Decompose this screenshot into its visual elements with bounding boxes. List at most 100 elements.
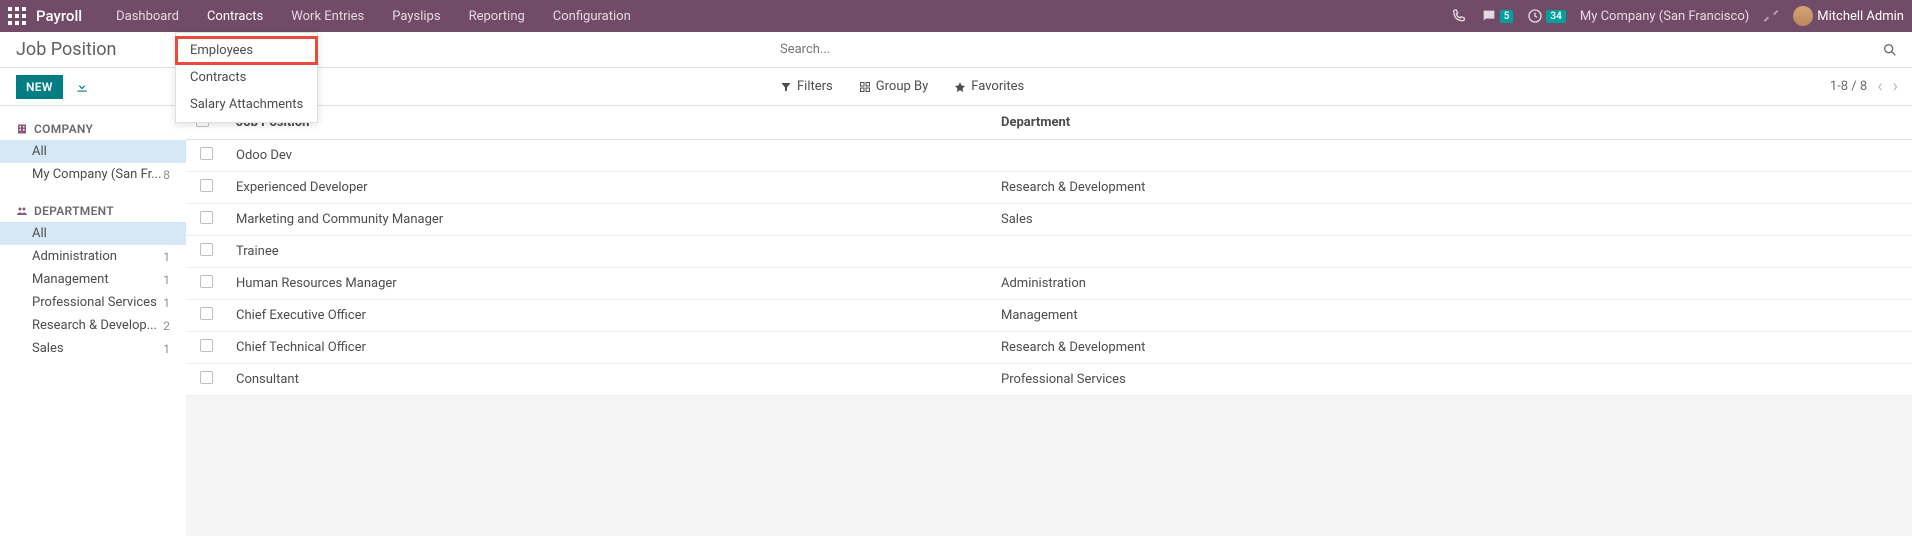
clock-badge: 34: [1546, 10, 1565, 23]
nav-contracts[interactable]: Contracts: [193, 0, 277, 32]
pager-text: 1-8 / 8: [1830, 79, 1867, 94]
row-checkbox[interactable]: [200, 211, 213, 224]
sidebar-item-company[interactable]: All: [0, 140, 186, 163]
cell-department: Research & Development: [991, 332, 1912, 364]
cell-position: Consultant: [226, 364, 991, 396]
tools-icon[interactable]: [1763, 8, 1779, 24]
table-row[interactable]: Chief Executive OfficerManagement: [186, 300, 1912, 332]
groupby-label: Group By: [876, 79, 929, 94]
sidebar-item-label: Research & Develop...: [32, 318, 157, 333]
sidebar-item-count: 1: [163, 273, 170, 287]
row-checkbox[interactable]: [200, 147, 213, 160]
cell-position: Human Resources Manager: [226, 268, 991, 300]
users-icon: [16, 205, 28, 217]
avatar-icon: [1793, 6, 1813, 26]
table-row[interactable]: Human Resources ManagerAdministration: [186, 268, 1912, 300]
user-name: Mitchell Admin: [1817, 9, 1904, 24]
nav-dashboard[interactable]: Dashboard: [102, 0, 193, 32]
pager-next[interactable]: ›: [1893, 76, 1898, 97]
sidebar-item-department[interactable]: Professional Services 1: [0, 291, 186, 314]
sidebar-item-label: Sales: [32, 341, 64, 356]
nav-configuration[interactable]: Configuration: [539, 0, 645, 32]
table-row[interactable]: Experienced DeveloperResearch & Developm…: [186, 172, 1912, 204]
col-header-department[interactable]: Department: [991, 106, 1912, 140]
breadcrumb-area: Job Position: [0, 32, 780, 67]
table-row[interactable]: Odoo Dev: [186, 140, 1912, 172]
search-area: [780, 32, 1912, 67]
filters-button[interactable]: Filters: [780, 79, 833, 94]
col-header-position[interactable]: Job Position: [226, 106, 991, 140]
sidebar-item-label: All: [32, 144, 47, 159]
main-area: COMPANY All My Company (San Fr...8 DEPART…: [0, 106, 1912, 536]
sidebar-item-count: 1: [163, 250, 170, 264]
nav-reporting[interactable]: Reporting: [455, 0, 539, 32]
phone-icon[interactable]: [1451, 8, 1467, 24]
navbar-left: Payroll Dashboard Contracts Work Entries…: [8, 0, 645, 32]
list-view: Job Position Department Odoo DevExperien…: [186, 106, 1912, 536]
sidebar-item-label: Professional Services: [32, 295, 157, 310]
cell-department: Professional Services: [991, 364, 1912, 396]
dropdown-employees[interactable]: Employees: [176, 37, 317, 64]
search-input[interactable]: [780, 38, 1868, 61]
sidebar-section-department: DEPARTMENT All Administration 1 Management 1…: [0, 200, 186, 360]
groupby-button[interactable]: Group By: [859, 79, 929, 94]
row-checkbox[interactable]: [200, 179, 213, 192]
navbar-right: 5 34 My Company (San Francisco) Mitchell…: [1451, 6, 1904, 26]
nav-payslips[interactable]: Payslips: [378, 0, 454, 32]
cell-department: Management: [991, 300, 1912, 332]
row-checkbox[interactable]: [200, 243, 213, 256]
nav-work-entries[interactable]: Work Entries: [277, 0, 378, 32]
favorites-button[interactable]: Favorites: [954, 79, 1024, 94]
company-section-label: COMPANY: [34, 122, 93, 136]
row-checkbox[interactable]: [200, 339, 213, 352]
sidebar-item-label: All: [32, 226, 47, 241]
sidebar-item-label: Administration: [32, 249, 117, 264]
building-icon: [16, 123, 28, 135]
top-navbar: Payroll Dashboard Contracts Work Entries…: [0, 0, 1912, 32]
sidebar-item-label: Management: [32, 272, 109, 287]
table-row[interactable]: ConsultantProfessional Services: [186, 364, 1912, 396]
dropdown-contracts[interactable]: Contracts: [176, 64, 317, 91]
table-header-row: Job Position Department: [186, 106, 1912, 140]
chat-icon[interactable]: 5: [1481, 8, 1514, 24]
table-row[interactable]: Marketing and Community ManagerSales: [186, 204, 1912, 236]
row-checkbox[interactable]: [200, 307, 213, 320]
table-footer-space: [186, 396, 1912, 536]
row-checkbox[interactable]: [200, 275, 213, 288]
pager: 1-8 / 8 ‹ ›: [1830, 76, 1912, 97]
cell-position: Marketing and Community Manager: [226, 204, 991, 236]
new-button[interactable]: NEW: [16, 75, 63, 99]
cell-department: [991, 236, 1912, 268]
table-row[interactable]: Chief Technical OfficerResearch & Develo…: [186, 332, 1912, 364]
sidebar-section-company: COMPANY All My Company (San Fr...8: [0, 118, 186, 186]
cell-department: Sales: [991, 204, 1912, 236]
cell-department: Research & Development: [991, 172, 1912, 204]
user-menu[interactable]: Mitchell Admin: [1793, 6, 1904, 26]
sidebar-item-label: My Company (San Fr...: [32, 167, 162, 182]
sidebar-item-department[interactable]: All: [0, 222, 186, 245]
sidebar-item-count: 1: [163, 342, 170, 356]
dropdown-salary-attachments[interactable]: Salary Attachments: [176, 91, 317, 118]
toolbar-left: NEW: [0, 75, 780, 99]
chat-badge: 5: [1500, 10, 1514, 23]
download-icon[interactable]: [75, 80, 89, 94]
pager-prev[interactable]: ‹: [1877, 76, 1882, 97]
sidebar-item-company[interactable]: My Company (San Fr...8: [0, 163, 186, 186]
filters-label: Filters: [797, 79, 833, 94]
apps-icon[interactable]: [8, 7, 26, 25]
company-selector[interactable]: My Company (San Francisco): [1580, 9, 1749, 24]
sidebar-item-department[interactable]: Management 1: [0, 268, 186, 291]
sidebar: COMPANY All My Company (San Fr...8 DEPART…: [0, 106, 186, 536]
row-checkbox[interactable]: [200, 371, 213, 384]
search-icon[interactable]: [1868, 42, 1912, 58]
table-row[interactable]: Trainee: [186, 236, 1912, 268]
cell-position: Trainee: [226, 236, 991, 268]
sidebar-item-department[interactable]: Sales 1: [0, 337, 186, 360]
app-name[interactable]: Payroll: [36, 7, 82, 25]
cell-position: Experienced Developer: [226, 172, 991, 204]
department-section-label: DEPARTMENT: [34, 204, 114, 218]
sidebar-item-department[interactable]: Research & Develop...2: [0, 314, 186, 337]
sidebar-item-count: 1: [163, 296, 170, 310]
clock-icon[interactable]: 34: [1527, 8, 1565, 24]
sidebar-item-department[interactable]: Administration 1: [0, 245, 186, 268]
